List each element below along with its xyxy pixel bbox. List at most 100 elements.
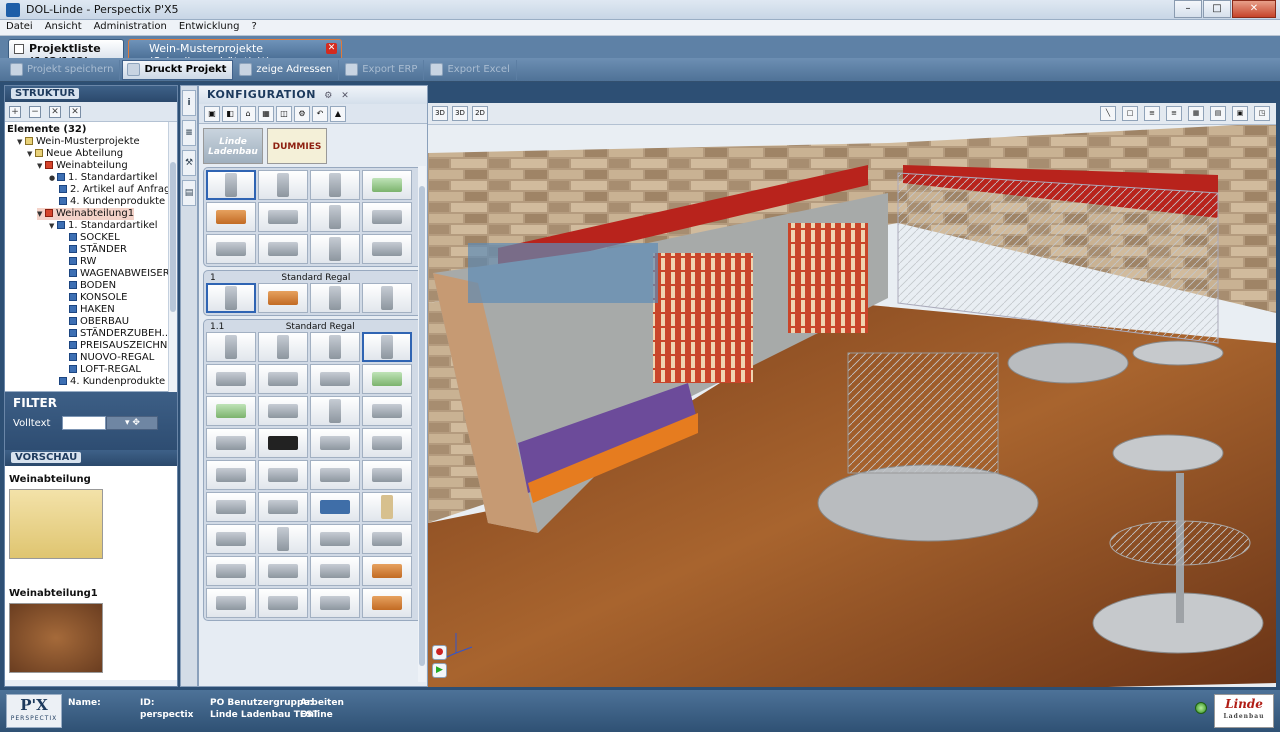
catalog-item[interactable] bbox=[206, 588, 256, 618]
catalog-item[interactable] bbox=[206, 396, 256, 426]
menu-entwicklung[interactable]: Entwicklung bbox=[173, 20, 246, 35]
brand-dummies[interactable]: DUMMIES bbox=[267, 128, 327, 164]
distribute-icon[interactable]: ≡ bbox=[1166, 106, 1182, 121]
tab-home-icon[interactable]: ⌂ bbox=[240, 106, 256, 122]
tree-node[interactable]: WAGENABWEISER bbox=[69, 268, 170, 280]
tab-layout-icon[interactable]: ▦ bbox=[258, 106, 274, 122]
catalog-item[interactable] bbox=[310, 283, 360, 313]
camera-icon[interactable]: ▣ bbox=[1232, 106, 1248, 121]
measure-icon[interactable]: ╲ bbox=[1100, 106, 1116, 121]
info-icon[interactable]: i bbox=[182, 90, 196, 116]
play-icon[interactable]: ▶ bbox=[432, 663, 447, 678]
catalog-scrollbar[interactable] bbox=[418, 166, 426, 682]
catalog-item[interactable] bbox=[206, 556, 256, 586]
tab-close-icon[interactable]: ✕ bbox=[326, 43, 337, 54]
catalog-item[interactable] bbox=[206, 332, 256, 362]
catalog-item[interactable] bbox=[258, 364, 308, 394]
catalog-item[interactable] bbox=[310, 364, 360, 394]
view-2d-icon[interactable]: 2D bbox=[472, 106, 488, 121]
tab-warning-icon[interactable]: ▲ bbox=[330, 106, 346, 122]
catalog-item[interactable] bbox=[258, 556, 308, 586]
catalog-item[interactable] bbox=[258, 428, 308, 458]
menu-administration[interactable]: Administration bbox=[88, 20, 173, 35]
tree-node[interactable]: STÄNDERZUBEH... bbox=[69, 328, 171, 340]
scroll-thumb[interactable] bbox=[170, 162, 176, 312]
record-icon[interactable]: ● bbox=[432, 645, 447, 660]
catalog-item[interactable] bbox=[362, 283, 412, 313]
catalog-item[interactable] bbox=[258, 332, 308, 362]
preview-title[interactable]: VORSCHAU bbox=[11, 452, 82, 463]
tree-node[interactable]: OBERBAU bbox=[69, 316, 129, 328]
view-3d-alt-icon[interactable]: 3D bbox=[452, 106, 468, 121]
tab-cube-icon[interactable]: ◧ bbox=[222, 106, 238, 122]
catalog-item[interactable] bbox=[362, 202, 412, 232]
catalog-item[interactable] bbox=[258, 283, 308, 313]
catalog-item[interactable] bbox=[362, 524, 412, 554]
filter-options-button[interactable]: ▾ ✥ bbox=[106, 416, 159, 430]
catalog-item[interactable] bbox=[206, 202, 256, 232]
tree-node[interactable]: BODEN bbox=[69, 280, 116, 292]
tab-undo-icon[interactable]: ↶ bbox=[312, 106, 328, 122]
catalog-item[interactable] bbox=[310, 332, 360, 362]
catalog-item[interactable] bbox=[310, 170, 360, 200]
catalog-item[interactable] bbox=[258, 492, 308, 522]
delete-icon[interactable]: ✕ bbox=[49, 105, 61, 118]
fulltext-input[interactable] bbox=[62, 416, 107, 430]
catalog-item[interactable] bbox=[310, 234, 360, 264]
tree-node[interactable]: HAKEN bbox=[69, 304, 115, 316]
scroll-thumb[interactable] bbox=[419, 186, 425, 666]
catalog-item[interactable] bbox=[362, 588, 412, 618]
catalog-item[interactable] bbox=[258, 202, 308, 232]
tree-node[interactable]: NUOVO-REGAL bbox=[69, 352, 154, 364]
menu-datei[interactable]: Datei bbox=[0, 20, 39, 35]
3d-viewport[interactable] bbox=[428, 103, 1276, 687]
structure-title[interactable]: STRUKTUR bbox=[11, 88, 80, 99]
layers-icon[interactable]: ▤ bbox=[1210, 106, 1226, 121]
catalog-item[interactable] bbox=[310, 492, 360, 522]
fullscreen-icon[interactable]: ◳ bbox=[1254, 106, 1270, 121]
view-3d-icon[interactable]: 3D bbox=[432, 106, 448, 121]
catalog-item[interactable] bbox=[206, 364, 256, 394]
remove-node-icon[interactable]: − bbox=[29, 105, 41, 118]
tab-wein-musterprojekte[interactable]: Wein-Musterprojekte (Schreibgeschützt) (… bbox=[128, 39, 342, 68]
catalog-item[interactable] bbox=[310, 460, 360, 490]
tree-scrollbar[interactable] bbox=[168, 122, 177, 392]
tree-node-selected[interactable]: ▼ Weinabteilung1 bbox=[37, 208, 135, 220]
tree-root[interactable]: Elemente (32) bbox=[7, 124, 86, 136]
catalog-item[interactable] bbox=[258, 524, 308, 554]
properties-icon[interactable]: ≡ bbox=[182, 120, 196, 146]
align-icon[interactable]: ≡ bbox=[1144, 106, 1160, 121]
catalog-item[interactable] bbox=[206, 234, 256, 264]
tree-node[interactable]: LOFT-REGAL bbox=[69, 364, 141, 376]
tree-node[interactable]: 2. Artikel auf Anfrage bbox=[59, 184, 177, 196]
show-addresses-button[interactable]: zeige Adressen bbox=[235, 59, 340, 80]
tree-node[interactable]: ▼ Neue Abteilung bbox=[27, 148, 123, 160]
catalog-item[interactable] bbox=[362, 492, 412, 522]
catalog-item[interactable] bbox=[258, 396, 308, 426]
catalog-item[interactable] bbox=[206, 492, 256, 522]
catalog-item[interactable] bbox=[310, 202, 360, 232]
cancel-icon[interactable]: ✕ bbox=[69, 105, 81, 118]
brand-linde[interactable]: Linde Ladenbau bbox=[203, 128, 263, 164]
tree-node[interactable]: ▼ 1. Standardartikel bbox=[49, 220, 158, 232]
catalog-item[interactable] bbox=[362, 332, 412, 362]
tab-projektliste[interactable]: Projektliste (142/142) bbox=[8, 39, 124, 68]
catalog-item[interactable] bbox=[310, 524, 360, 554]
tree-node[interactable]: ● 1. Standardartikel bbox=[49, 172, 158, 184]
catalog-item[interactable] bbox=[362, 170, 412, 200]
add-node-icon[interactable]: + bbox=[9, 105, 21, 118]
catalog-item[interactable] bbox=[310, 428, 360, 458]
menu-help[interactable]: ? bbox=[245, 20, 262, 35]
tree-node[interactable]: SOCKEL bbox=[69, 232, 120, 244]
tree-node[interactable]: ▼ Wein-Musterprojekte bbox=[17, 136, 140, 148]
catalog-item[interactable] bbox=[362, 428, 412, 458]
grid-icon[interactable]: ▦ bbox=[1188, 106, 1204, 121]
catalog-item[interactable] bbox=[362, 234, 412, 264]
close-icon[interactable]: ✕ bbox=[1232, 0, 1276, 18]
catalog-item[interactable] bbox=[362, 364, 412, 394]
tree-node[interactable]: 4. Kundenprodukte bbox=[59, 196, 165, 208]
catalog-item[interactable] bbox=[258, 460, 308, 490]
tree-node[interactable]: 4. Kundenprodukte bbox=[59, 376, 165, 388]
minimize-icon[interactable]: – bbox=[1174, 0, 1202, 18]
preview-item[interactable]: Weinabteilung bbox=[9, 474, 109, 559]
